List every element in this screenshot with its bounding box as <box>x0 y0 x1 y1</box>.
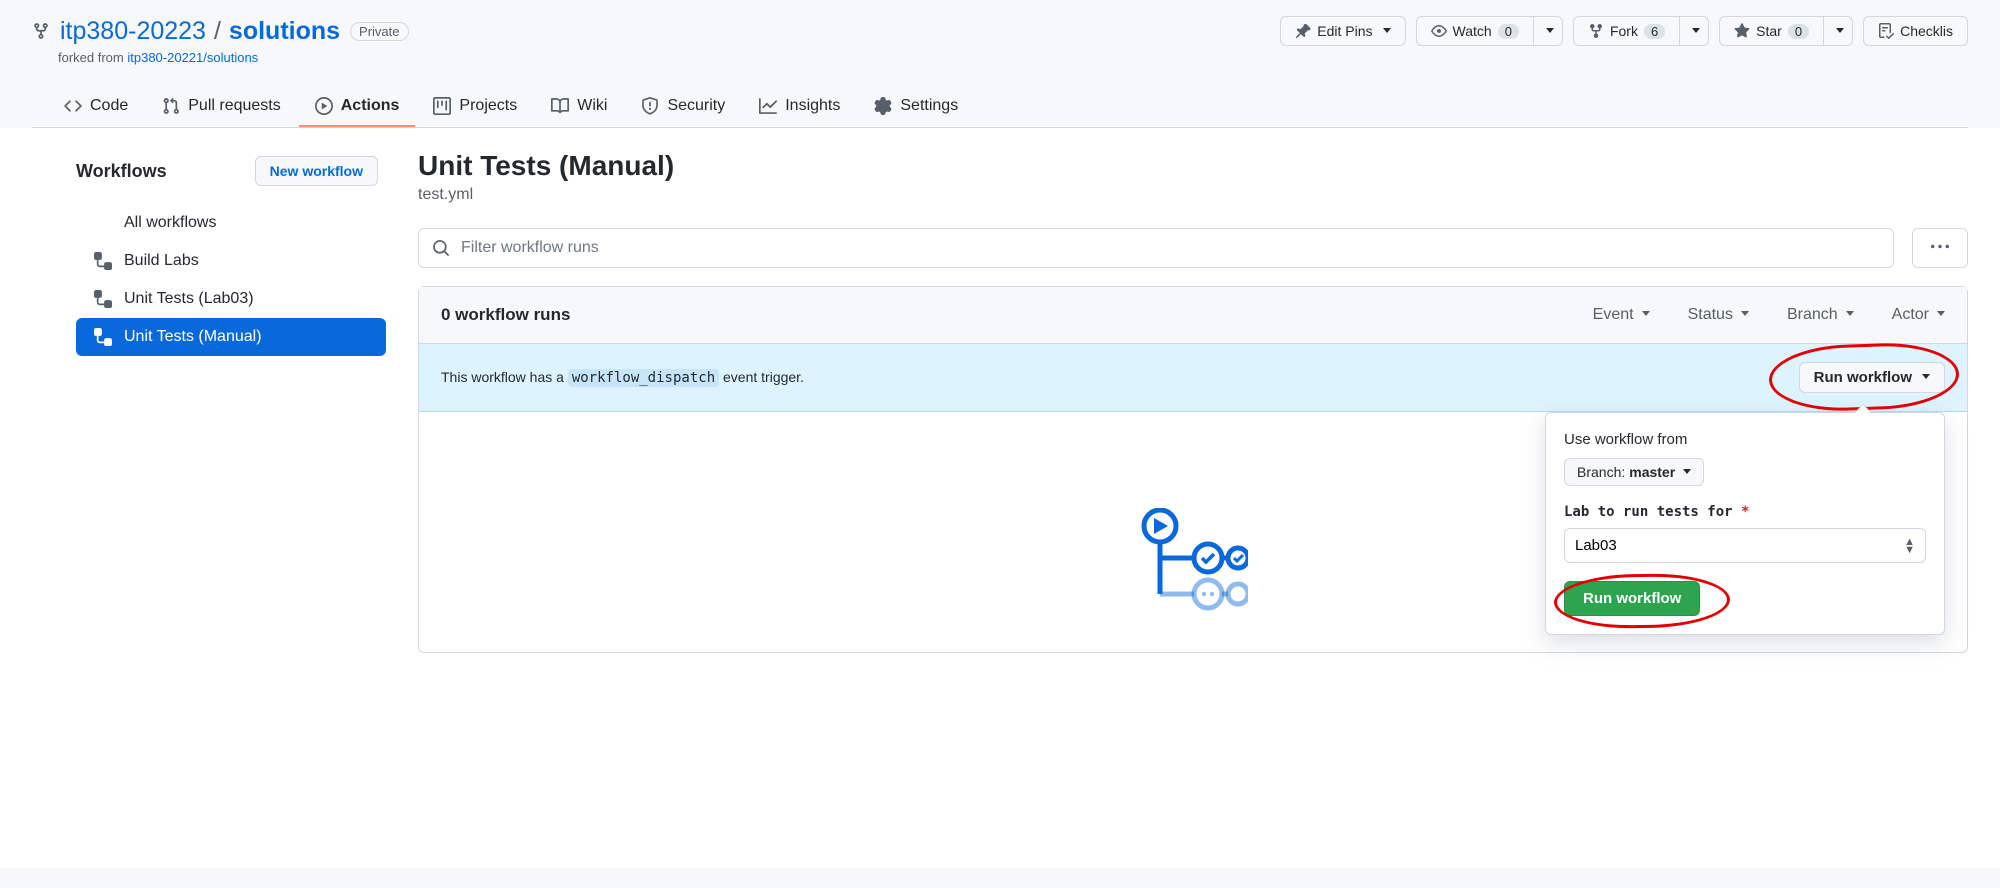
workflow-title: Unit Tests (Manual) <box>418 150 1968 182</box>
forked-from-link[interactable]: itp380-20221/solutions <box>127 50 258 65</box>
fork-button[interactable]: Fork 6 <box>1573 16 1679 46</box>
git-pull-request-icon <box>162 97 180 115</box>
use-workflow-from-label: Use workflow from <box>1564 431 1926 448</box>
workflow-graph-icon <box>1138 508 1248 612</box>
caret-down-icon <box>1379 23 1391 39</box>
watch-button[interactable]: Watch 0 <box>1416 16 1533 46</box>
filter-runs-input[interactable] <box>418 228 1894 268</box>
branch-selector[interactable]: Branch: master <box>1564 458 1704 486</box>
lab-select-input[interactable]: Lab03 <box>1565 529 1894 562</box>
dispatch-code: workflow_dispatch <box>568 369 719 387</box>
filter-status[interactable]: Status <box>1688 306 1749 324</box>
edit-pins-button[interactable]: Edit Pins <box>1280 16 1405 46</box>
book-icon <box>551 97 569 115</box>
sidebar-item-label: Unit Tests (Manual) <box>124 328 262 346</box>
sidebar-item-build-labs[interactable]: Build Labs <box>76 242 386 280</box>
private-badge: Private <box>350 22 408 41</box>
checklist-icon <box>1878 23 1894 39</box>
play-icon <box>315 97 333 115</box>
runs-box: 0 workflow runs Event Status Branch Acto… <box>418 286 1968 653</box>
star-icon <box>1734 23 1750 39</box>
star-label: Star <box>1756 23 1782 39</box>
fork-count: 6 <box>1644 24 1665 39</box>
sidebar-item-all-workflows[interactable]: All workflows <box>76 204 386 242</box>
tab-security[interactable]: Security <box>625 87 741 127</box>
caret-down-icon <box>1688 23 1700 39</box>
repo-title-row: itp380-20223 / solutions Private Edit Pi… <box>32 16 1968 46</box>
code-icon <box>64 97 82 115</box>
lab-input-label: Lab to run tests for * <box>1564 504 1926 520</box>
tab-wiki[interactable]: Wiki <box>535 87 623 127</box>
repo-actions: Edit Pins Watch 0 Fork 6 <box>1280 16 1968 46</box>
more-options-button[interactable] <box>1912 228 1968 268</box>
tab-code[interactable]: Code <box>48 87 144 127</box>
star-count: 0 <box>1788 24 1809 39</box>
dispatch-text: This workflow has a workflow_dispatch ev… <box>441 369 804 386</box>
filter-branch[interactable]: Branch <box>1787 306 1854 324</box>
repo-forked-icon <box>32 22 50 40</box>
watch-menu-button[interactable] <box>1533 16 1563 46</box>
watch-label: Watch <box>1453 23 1492 39</box>
filter-event[interactable]: Event <box>1593 306 1650 324</box>
sidebar-item-unit-tests-lab03[interactable]: Unit Tests (Lab03) <box>76 280 386 318</box>
repo-header: itp380-20223 / solutions Private Edit Pi… <box>0 0 2000 128</box>
workflows-heading: Workflows <box>76 161 167 182</box>
shield-icon <box>641 97 659 115</box>
gear-icon <box>874 97 892 115</box>
tab-pull-requests[interactable]: Pull requests <box>146 87 297 127</box>
edit-pins-label: Edit Pins <box>1317 23 1372 39</box>
forked-from: forked from itp380-20221/solutions <box>32 50 1968 65</box>
fork-label: Fork <box>1610 23 1638 39</box>
new-workflow-button[interactable]: New workflow <box>255 156 378 186</box>
star-button[interactable]: Star 0 <box>1719 16 1823 46</box>
repo-name-link[interactable]: solutions <box>229 17 340 46</box>
search-icon <box>432 239 450 257</box>
checklist-label: Checklis <box>1900 23 1953 39</box>
caret-down-icon <box>1679 464 1691 480</box>
repo-forked-icon <box>1588 23 1604 39</box>
fork-menu-button[interactable] <box>1679 16 1709 46</box>
tab-settings[interactable]: Settings <box>858 87 974 127</box>
main-content: Unit Tests (Manual) test.yml 0 workflow … <box>390 128 2000 868</box>
caret-down-icon <box>1832 23 1844 39</box>
workflow-icon <box>94 328 112 346</box>
repo-slash: / <box>214 17 221 46</box>
branch-name: master <box>1629 464 1675 480</box>
run-workflow-popover: Use workflow from Branch: master Lab to … <box>1545 412 1945 635</box>
checklist-button[interactable]: Checklis <box>1863 16 1968 46</box>
eye-icon <box>1431 23 1447 39</box>
workflows-sidebar: Workflows New workflow All workflows Bui… <box>0 128 390 868</box>
sidebar-item-unit-tests-manual[interactable]: Unit Tests (Manual) <box>76 318 386 356</box>
repo-owner-link[interactable]: itp380-20223 <box>60 17 206 46</box>
sidebar-item-label: Unit Tests (Lab03) <box>124 290 254 308</box>
run-workflow-submit-button[interactable]: Run workflow <box>1564 581 1700 616</box>
select-caret-icon: ▲▼ <box>1894 538 1925 554</box>
tab-insights[interactable]: Insights <box>743 87 856 127</box>
kebab-horizontal-icon <box>1931 238 1949 256</box>
pin-icon <box>1295 23 1311 39</box>
tab-projects[interactable]: Projects <box>417 87 533 127</box>
star-menu-button[interactable] <box>1823 16 1853 46</box>
workflow-icon <box>94 252 112 270</box>
lab-select[interactable]: Lab03 ▲▼ <box>1564 528 1926 563</box>
sidebar-item-label: All workflows <box>124 214 216 232</box>
filter-actor[interactable]: Actor <box>1892 306 1945 324</box>
dispatch-banner: This workflow has a workflow_dispatch ev… <box>419 344 1967 412</box>
watch-count: 0 <box>1498 24 1519 39</box>
run-workflow-button[interactable]: Run workflow <box>1799 362 1945 393</box>
workflow-file: test.yml <box>418 186 1968 204</box>
workflow-icon <box>94 290 112 308</box>
runs-count: 0 workflow runs <box>441 305 570 325</box>
project-icon <box>433 97 451 115</box>
sidebar-item-label: Build Labs <box>124 252 199 270</box>
caret-down-icon <box>1918 369 1930 386</box>
graph-icon <box>759 97 777 115</box>
repo-nav: Code Pull requests Actions Projects Wiki… <box>32 87 1968 128</box>
tab-actions[interactable]: Actions <box>299 87 416 127</box>
caret-down-icon <box>1542 23 1554 39</box>
